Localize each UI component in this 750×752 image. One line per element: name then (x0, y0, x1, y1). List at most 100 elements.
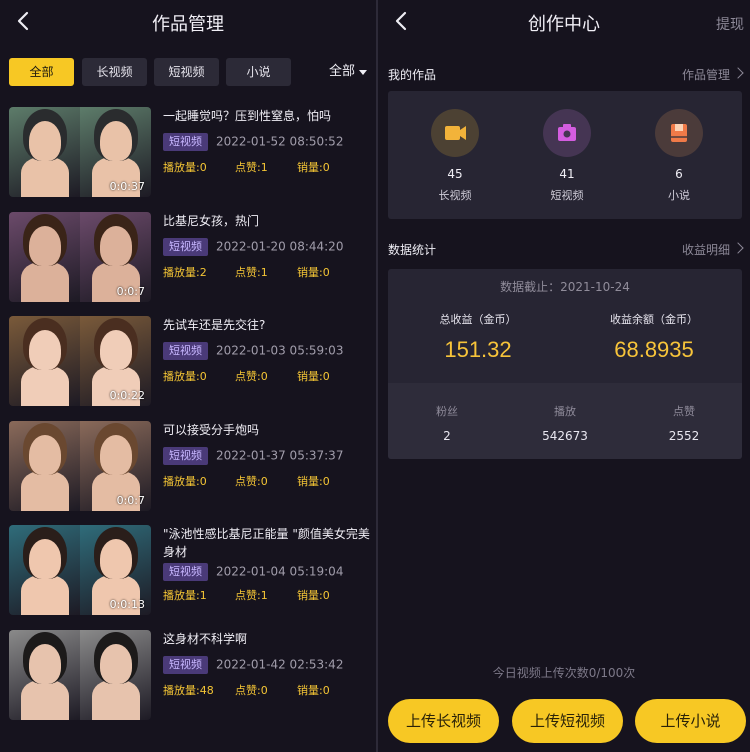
left-header: 作品管理 (0, 0, 376, 44)
work-list-item[interactable]: 0:0:7 可以接受分手炮吗 短视频 2022-01-37 05:37:37 播放… (9, 420, 376, 511)
metric-value: 2552 (668, 429, 700, 443)
status-dropdown-label: 全部 (328, 64, 355, 79)
work-title: 这身材不科学啊 (163, 631, 248, 646)
status-dropdown[interactable]: 全部 (329, 58, 367, 86)
filter-chip-all[interactable]: 全部 (9, 58, 74, 86)
video-thumbnail[interactable] (9, 629, 151, 720)
work-sales: 销量:0 (297, 474, 330, 488)
camera-icon (558, 124, 576, 141)
work-date: 2022-01-03 05:59:03 (216, 343, 344, 358)
video-duration: 0:0:22 (109, 389, 145, 402)
caret-down-icon (359, 70, 367, 75)
work-type-tag: 短视频 (163, 563, 208, 581)
video-camera-icon-circle (431, 109, 479, 157)
page-title: 作品管理 (152, 14, 224, 35)
work-sales: 销量:0 (297, 161, 330, 174)
works-novel[interactable]: 6 小说 (639, 91, 719, 219)
works-count: 41 (559, 167, 575, 181)
stats-cutoff-date: 数据截止：2021-10-24 (500, 280, 630, 294)
work-type-tag: 短视频 (163, 237, 208, 256)
work-meta: 这身材不科学啊 短视频 2022-01-42 02:53:42 播放量:48 点赞… (163, 630, 370, 720)
work-plays: 播放量:48 (163, 683, 214, 697)
works-label: 小说 (668, 189, 690, 202)
work-type-tag: 短视频 (163, 133, 208, 151)
work-tag-date: 短视频 2022-01-03 05:59:03 (163, 342, 343, 360)
upload-quota: 今日视频上传次数0/100次 (492, 666, 636, 680)
work-list-item[interactable]: 0:0:7 比基尼女孩，热门 短视频 2022-01-20 08:44:20 播放… (9, 211, 376, 302)
video-duration: 0:0:13 (109, 598, 145, 611)
work-list-item[interactable]: 0:0:37 一起睡觉吗？压到性窒息，怕吗 短视频 2022-01-52 08:5… (9, 107, 376, 197)
video-thumbnail[interactable]: 0:0:7 (9, 420, 151, 511)
metric-value: 542673 (542, 429, 588, 443)
likes-metric: 点赞 2552 (634, 403, 734, 443)
upload-long-video-button[interactable]: 上传长视频 (388, 699, 499, 743)
book-icon-circle (655, 109, 703, 157)
upload-novel-button[interactable]: 上传小说 (635, 699, 746, 743)
works-count: 45 (447, 167, 463, 181)
metric-value: 2 (443, 429, 451, 443)
work-tag-date: 短视频 2022-01-42 02:53:42 (163, 655, 343, 674)
work-tag-date: 短视频 2022-01-20 08:44:20 (163, 237, 344, 256)
video-thumbnail[interactable]: 0:0:37 (9, 107, 151, 197)
creator-center-panel: 创作中心 提现 我的作品 作品管理 45 长视频 41 短视频 6 小说 数据统… (378, 0, 750, 752)
work-likes: 点赞:1 (235, 265, 268, 279)
filter-chip-novel[interactable]: 小说 (226, 58, 291, 86)
income-detail-link[interactable]: 收益明细 (681, 241, 744, 258)
work-title: 比基尼女孩，热门 (163, 213, 260, 228)
work-title: 一起睡觉吗？压到性窒息，怕吗 (163, 109, 332, 123)
filter-chip-short-video[interactable]: 短视频 (154, 58, 219, 86)
work-date: 2022-01-37 05:37:37 (216, 448, 344, 462)
work-list-item[interactable]: 0:0:22 先试车还是先交往? 短视频 2022-01-03 05:59:03 … (9, 316, 376, 406)
video-duration: 0:0:7 (116, 493, 145, 507)
works-management-link[interactable]: 作品管理 (682, 66, 744, 83)
filter-bar: 全部 长视频 短视频 小说 全部 (9, 58, 367, 86)
work-plays: 播放量:2 (163, 265, 207, 279)
work-plays: 播放量:1 (163, 589, 207, 602)
stats-card: 数据截止：2021-10-24 总收益（金币） 151.32 收益余额（金币） … (388, 269, 742, 459)
works-short-video[interactable]: 41 短视频 (527, 91, 607, 219)
video-duration: 0:0:37 (109, 180, 145, 193)
video-thumbnail[interactable]: 0:0:13 (9, 525, 151, 615)
right-header: 创作中心 提现 (378, 0, 750, 44)
work-date: 2022-01-52 08:50:52 (216, 134, 344, 149)
work-likes: 点赞:0 (235, 474, 268, 488)
withdraw-link[interactable]: 提现 (716, 14, 744, 34)
work-likes: 点赞:0 (235, 370, 268, 383)
work-meta: 可以接受分手炮吗 短视频 2022-01-37 05:37:37 播放量:0 点赞… (163, 421, 370, 511)
filter-chip-long-video[interactable]: 长视频 (82, 58, 147, 86)
work-date: 2022-01-20 08:44:20 (216, 239, 344, 253)
video-thumbnail[interactable]: 0:0:22 (9, 316, 151, 406)
work-likes: 点赞:1 (235, 161, 268, 174)
balance-income-value: 68.8935 (614, 337, 694, 362)
work-sales: 销量:0 (297, 589, 330, 602)
total-income-label: 总收益（金币） (439, 313, 517, 326)
balance-income: 收益余额（金币） 68.8935 (584, 311, 724, 363)
video-thumbnail[interactable]: 0:0:7 (9, 211, 151, 302)
plays-metric: 播放 542673 (515, 403, 615, 443)
work-date: 2022-01-04 05:19:04 (216, 564, 344, 579)
fans-metric: 粉丝 2 (397, 403, 497, 443)
page-title: 创作中心 (528, 14, 600, 35)
work-tag-date: 短视频 2022-01-04 05:19:04 (163, 563, 343, 581)
total-income-value: 151.32 (444, 337, 512, 362)
works-long-video[interactable]: 45 长视频 (415, 91, 495, 219)
video-duration: 0:0:7 (116, 284, 145, 298)
my-works-card: 45 长视频 41 短视频 6 小说 (388, 91, 742, 219)
works-count: 6 (675, 167, 683, 181)
income-detail-link-label: 收益明细 (681, 243, 730, 257)
stats-income: 数据截止：2021-10-24 总收益（金币） 151.32 收益余额（金币） … (388, 269, 742, 383)
work-plays: 播放量:0 (163, 161, 207, 174)
work-meta: 比基尼女孩，热门 短视频 2022-01-20 08:44:20 播放量:2 点赞… (163, 212, 370, 302)
upload-short-video-button[interactable]: 上传短视频 (512, 699, 623, 743)
metric-label: 粉丝 (436, 405, 458, 418)
work-list-item[interactable]: 这身材不科学啊 短视频 2022-01-42 02:53:42 播放量:48 点赞… (9, 629, 376, 720)
work-plays: 播放量:0 (163, 370, 207, 383)
work-type-tag: 短视频 (163, 342, 208, 360)
work-meta: 先试车还是先交往? 短视频 2022-01-03 05:59:03 播放量:0 点… (163, 316, 370, 406)
work-likes: 点赞:1 (235, 589, 268, 602)
work-meta: 一起睡觉吗？压到性窒息，怕吗 短视频 2022-01-52 08:50:52 播放… (163, 107, 370, 197)
stats-title: 数据统计 (388, 243, 437, 257)
work-list-item[interactable]: 0:0:13 "泳池性感比基尼正能量 "颜值美女完美身材 短视频 2022-01-… (9, 525, 376, 615)
work-type-tag: 短视频 (163, 446, 208, 465)
works-management-panel: 作品管理 全部 长视频 短视频 小说 全部 0:0:37 一起睡觉吗？压到性窒息… (0, 0, 376, 752)
